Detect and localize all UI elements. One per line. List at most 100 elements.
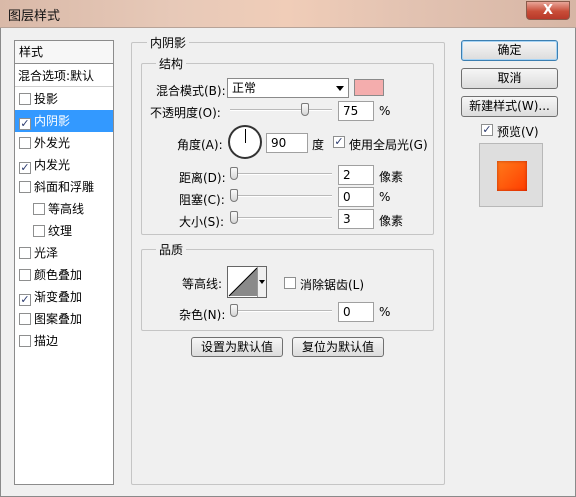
color-overlay-checkbox[interactable]	[19, 269, 31, 281]
noise-slider-thumb[interactable]	[230, 304, 238, 317]
choke-unit: %	[379, 190, 391, 204]
style-item-label: 斜面和浮雕	[34, 180, 95, 194]
slider-track	[230, 109, 332, 111]
opacity-unit: %	[379, 104, 391, 118]
style-item-label: 纹理	[48, 224, 73, 238]
blending-options-item[interactable]: 混合选项:默认	[15, 65, 113, 87]
size-label: 大小(S):	[179, 215, 225, 229]
ok-button[interactable]: 确定	[461, 40, 558, 61]
drop-shadow-checkbox[interactable]	[19, 93, 31, 105]
distance-label: 距离(D):	[179, 171, 226, 185]
make-default-button[interactable]: 设置为默认值	[191, 337, 283, 357]
size-unit: 像素	[379, 214, 404, 228]
window-title: 图层样式	[8, 9, 61, 24]
size-slider-thumb[interactable]	[230, 211, 238, 224]
preview-checkbox[interactable]: ✓	[481, 124, 493, 136]
distance-input[interactable]: 2	[338, 165, 374, 185]
angle-dial[interactable]	[228, 125, 262, 159]
choke-slider-thumb[interactable]	[230, 189, 238, 202]
texture-checkbox[interactable]	[33, 225, 45, 237]
style-item-inner-shadow[interactable]: ✓ 内阴影	[15, 110, 113, 132]
style-preview	[479, 143, 543, 207]
check-icon: ✓	[20, 161, 30, 174]
check-icon: ✓	[334, 135, 344, 148]
blend-mode-select[interactable]: 正常	[227, 78, 349, 98]
chevron-down-icon	[336, 86, 344, 91]
slider-track	[230, 310, 332, 312]
shadow-color-swatch[interactable]	[354, 79, 384, 96]
style-item-gradient-overlay[interactable]: ✓ 渐变叠加	[15, 286, 113, 308]
choke-input[interactable]: 0	[338, 187, 374, 207]
angle-label: 角度(A):	[177, 138, 223, 152]
style-item-color-overlay[interactable]: 颜色叠加	[15, 264, 113, 286]
style-item-label: 等高线	[48, 202, 85, 216]
styles-list-panel: 样式 混合选项:默认 投影 ✓ 内阴影 外发光 ✓ 内发光 斜面和浮雕 等高线 纹理…	[14, 40, 114, 485]
stroke-checkbox[interactable]	[19, 335, 31, 347]
style-item-drop-shadow[interactable]: 投影	[15, 88, 113, 110]
inner-glow-checkbox[interactable]: ✓	[19, 162, 31, 174]
reset-default-button[interactable]: 复位为默认值	[292, 337, 384, 357]
style-item-satin[interactable]: 光泽	[15, 242, 113, 264]
satin-checkbox[interactable]	[19, 247, 31, 259]
close-button[interactable]: X	[526, 1, 570, 20]
contour-label: 等高线:	[182, 277, 223, 291]
style-item-label: 光泽	[34, 246, 59, 260]
check-icon: ✓	[20, 117, 30, 130]
preview-swatch	[497, 161, 527, 191]
slider-track	[230, 217, 332, 219]
outer-glow-checkbox[interactable]	[19, 137, 31, 149]
style-item-label: 外发光	[34, 136, 71, 150]
new-style-button[interactable]: 新建样式(W)...	[461, 96, 558, 117]
bevel-emboss-checkbox[interactable]	[19, 181, 31, 193]
style-item-label: 图案叠加	[34, 312, 83, 326]
global-light-checkbox[interactable]: ✓	[333, 136, 345, 148]
preview-label: 预览(V)	[497, 125, 539, 139]
linear-contour-icon	[228, 267, 258, 297]
distance-slider[interactable]	[230, 167, 332, 181]
style-item-bevel-emboss[interactable]: 斜面和浮雕	[15, 176, 113, 198]
style-item-outer-glow[interactable]: 外发光	[15, 132, 113, 154]
distance-slider-thumb[interactable]	[230, 167, 238, 180]
noise-slider[interactable]	[230, 304, 332, 318]
check-icon: ✓	[20, 293, 30, 306]
size-input[interactable]: 3	[338, 209, 374, 229]
style-item-label: 颜色叠加	[34, 268, 83, 282]
style-item-contour[interactable]: 等高线	[15, 198, 113, 220]
noise-unit: %	[379, 305, 391, 319]
noise-label: 杂色(N):	[179, 308, 226, 322]
contour-dropdown-button[interactable]	[257, 267, 266, 297]
style-item-texture[interactable]: 纹理	[15, 220, 113, 242]
angle-input[interactable]: 90	[266, 133, 308, 153]
styles-header[interactable]: 样式	[15, 41, 113, 64]
style-item-label: 内阴影	[34, 114, 71, 128]
opacity-slider[interactable]	[230, 103, 332, 117]
gradient-overlay-checkbox[interactable]: ✓	[19, 294, 31, 306]
contour-picker[interactable]	[227, 266, 267, 298]
inner-shadow-checkbox[interactable]: ✓	[19, 118, 31, 130]
distance-unit: 像素	[379, 170, 404, 184]
slider-track	[230, 195, 332, 197]
opacity-slider-thumb[interactable]	[301, 103, 309, 116]
noise-input[interactable]: 0	[338, 302, 374, 322]
opacity-input[interactable]: 75	[338, 101, 374, 121]
contour-checkbox[interactable]	[33, 203, 45, 215]
cancel-button[interactable]: 取消	[461, 68, 558, 89]
size-slider[interactable]	[230, 211, 332, 225]
style-item-inner-glow[interactable]: ✓ 内发光	[15, 154, 113, 176]
style-item-stroke[interactable]: 描边	[15, 330, 113, 352]
choke-slider[interactable]	[230, 189, 332, 203]
antialias-checkbox[interactable]	[284, 277, 296, 289]
title-bar: 图层样式 X	[0, 0, 576, 28]
pattern-overlay-checkbox[interactable]	[19, 313, 31, 325]
opacity-label: 不透明度(O):	[150, 106, 221, 120]
style-item-label: 渐变叠加	[34, 290, 83, 304]
antialias-label: 消除锯齿(L)	[300, 278, 365, 292]
inner-shadow-title: 内阴影	[147, 34, 190, 51]
style-item-pattern-overlay[interactable]: 图案叠加	[15, 308, 113, 330]
style-item-label: 描边	[34, 334, 59, 348]
angle-unit: 度	[312, 138, 325, 152]
blend-mode-value: 正常	[232, 81, 257, 95]
angle-needle	[245, 129, 246, 143]
check-icon: ✓	[482, 123, 492, 136]
close-icon: X	[542, 3, 554, 18]
